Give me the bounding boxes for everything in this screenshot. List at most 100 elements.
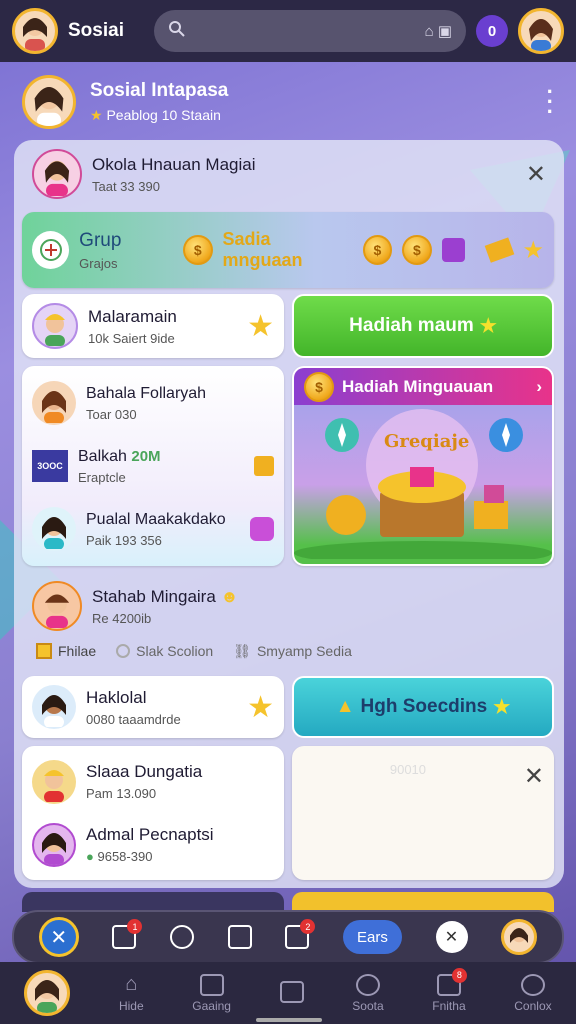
gift-icon: [250, 517, 274, 541]
nav-gaming[interactable]: Gaaing: [192, 973, 231, 1013]
list-item[interactable]: Admal Pecnaptsi ● 9658-390: [32, 815, 274, 874]
brand-logo: 3OOC: [32, 450, 68, 482]
search-suffix-icons[interactable]: ⌂ ▣: [425, 22, 452, 40]
star-icon: ★: [493, 696, 511, 718]
friend-name: Pualal Maakakdako: [86, 510, 226, 528]
document-icon[interactable]: [227, 925, 252, 949]
empty-card-label: 90010: [389, 762, 427, 777]
app-title: Sosiai: [68, 20, 124, 41]
friend-avatar: [32, 381, 76, 425]
list-item[interactable]: 3OOC Balkah 20M Eraptcle: [32, 434, 274, 498]
nav-avatar[interactable]: [24, 970, 71, 1016]
search-input[interactable]: ⌂ ▣: [154, 10, 466, 52]
section-header[interactable]: Stahab Mingaira ☻ Re 4200ib: [22, 574, 556, 638]
group-banner[interactable]: Grup Grajos $ Sadia mnguaan $ $ ★: [22, 212, 554, 288]
nav-social[interactable]: Soota: [352, 973, 384, 1013]
group-icon: [32, 231, 70, 269]
reward-button[interactable]: Hadiah maum ★: [292, 294, 554, 358]
action-toolbar: ✕ 1 2 Ears ✕: [12, 910, 564, 964]
gift-icon: [441, 238, 466, 262]
list-item[interactable]: Bahala Follaryah Toar 030: [32, 372, 274, 434]
notice-card[interactable]: Okola Hnauan Magiai Taat 33 390 ✕: [22, 142, 556, 206]
group-subtitle: Grajos: [79, 255, 118, 271]
high-score-button[interactable]: ▲ Hgh Soecdins ★: [292, 676, 554, 738]
person-icon: [520, 973, 545, 996]
coin-icon: ●: [86, 849, 94, 864]
user-avatar[interactable]: [12, 8, 58, 54]
profile-name: Sosial Intapasa: [90, 80, 229, 101]
friend-card-haklolal[interactable]: Haklolal 0080 taaamdrde ★: [22, 676, 284, 738]
friend-subtitle: Toar 030: [86, 406, 137, 422]
reward-art-label: Greqiaje: [384, 431, 470, 452]
friend-avatar: [32, 822, 76, 867]
gold-bar-icon: [484, 237, 515, 263]
friend-subtitle: 10k Saiert 9ide: [88, 330, 175, 346]
reward-button-label: Hadiah maum: [349, 315, 474, 336]
friend-name: Admal Pecnaptsi: [86, 825, 214, 844]
shield-icon[interactable]: [170, 925, 195, 949]
calendar-icon[interactable]: 2: [285, 919, 316, 949]
friends-list-2: Slaaa Dungatia Pam 13.090 Admal Pecnapts…: [22, 746, 284, 880]
search-icon: [168, 20, 186, 42]
gamepad-icon: [199, 973, 224, 996]
reward-card-title: Hadiah Minguauan: [342, 376, 494, 396]
star-icon: ★: [90, 107, 103, 123]
notice-subtitle: Taat 33 390: [92, 178, 160, 194]
close-icon[interactable]: ✕: [524, 762, 544, 791]
treasure-chest-icon: [294, 409, 552, 564]
home-indicator: [256, 1018, 322, 1022]
star-icon: ★: [247, 690, 274, 724]
coin-icon: $: [304, 371, 334, 402]
group-title: Grup: [79, 229, 122, 251]
profile-header-avatar[interactable]: [22, 75, 76, 129]
ears-pill-button[interactable]: Ears: [343, 920, 402, 954]
coin-icon: $: [183, 235, 213, 265]
close-icon[interactable]: ✕: [526, 160, 546, 189]
list-item[interactable]: Slaaa Dungatia Pam 13.090: [32, 752, 274, 811]
nav-frame[interactable]: [279, 980, 304, 1006]
frame-icon: [279, 980, 304, 1003]
chevron-right-icon[interactable]: ›: [536, 377, 542, 397]
peek-card: [22, 892, 284, 912]
friend-avatar: [32, 303, 78, 349]
friend-card-malaramain[interactable]: Malaramain 10k Saiert 9ide ★: [22, 294, 284, 358]
friend-name: Malaramain: [88, 306, 177, 326]
friend-name: Haklolal: [86, 687, 147, 707]
star-icon: ★: [247, 309, 274, 343]
empty-card[interactable]: 90010 ✕: [292, 746, 554, 880]
section-title: Stahab Mingaira: [92, 586, 216, 606]
friend-avatar: [32, 507, 76, 551]
toolbar-avatar[interactable]: [501, 919, 538, 955]
friend-subtitle: Eraptcle: [78, 469, 126, 485]
chip-slak[interactable]: Slak Scolion: [116, 643, 213, 659]
home-icon: ⌂: [125, 973, 138, 995]
gold-bar-icon: [254, 456, 274, 476]
profile-avatar[interactable]: [518, 8, 564, 54]
nav-home[interactable]: ⌂ Hide: [119, 973, 144, 1013]
coin-icon: $: [402, 235, 432, 265]
list-item[interactable]: Pualal Maakakdako Paik 193 356: [32, 498, 274, 560]
inbox-icon[interactable]: 1: [112, 919, 143, 949]
friend-subtitle: 9658-390: [97, 849, 153, 864]
high-score-label: Hgh Soecdins: [360, 696, 488, 717]
friend-amount: 20M: [131, 447, 161, 465]
section-avatar: [32, 581, 82, 631]
chip-fhilae[interactable]: Fhilae: [36, 643, 96, 659]
tools-icon[interactable]: ✕: [38, 917, 79, 957]
chip-smyamp[interactable]: ⛓ Smyamp Sedia: [233, 643, 352, 660]
section-subtitle: Re 4200ib: [92, 610, 152, 626]
friend-name: Slaaa Dungatia: [86, 762, 203, 781]
more-options-icon[interactable]: · · ·: [547, 81, 554, 123]
trophy-icon: ▲: [335, 696, 355, 717]
star-icon: ★: [479, 315, 497, 337]
star-icon: ★: [522, 236, 544, 264]
coin-icon: $: [362, 235, 393, 265]
nav-fnitha[interactable]: 8 Fnitha: [432, 967, 467, 1013]
calendar-icon: 8: [436, 967, 467, 996]
friend-name: Bahala Follaryah: [86, 384, 207, 402]
notification-badge[interactable]: 0: [476, 15, 508, 47]
nav-contacts[interactable]: Conlox: [514, 973, 552, 1013]
weekly-reward-card[interactable]: $ Hadiah Minguauan › Greqiaje: [292, 366, 554, 566]
friend-avatar: [32, 685, 76, 729]
settings-icon[interactable]: ✕: [435, 921, 468, 953]
